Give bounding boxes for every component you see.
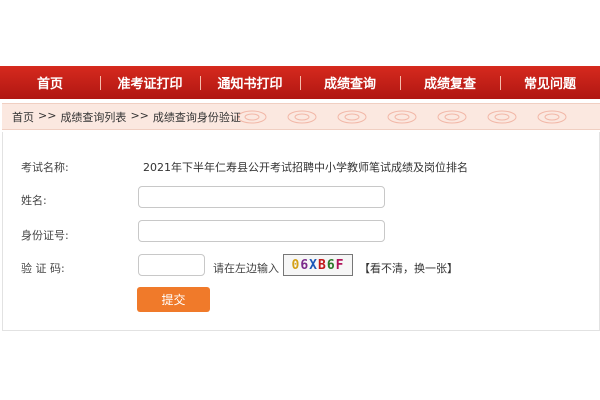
captcha-refresh-link[interactable]: 【看不清，换一张】 (359, 260, 458, 276)
breadcrumb-separator: >> (38, 108, 57, 122)
id-number-label: 身份证号: (21, 229, 69, 242)
nav-faq[interactable]: 常见问题 (500, 73, 600, 92)
name-input[interactable] (138, 186, 385, 208)
captcha-char: X (309, 257, 318, 273)
nav-notice-print[interactable]: 通知书打印 (200, 73, 300, 92)
breadcrumb-separator: >> (130, 108, 149, 122)
nav-score-query[interactable]: 成绩查询 (300, 73, 400, 92)
decorative-cloud-pattern (237, 110, 567, 124)
captcha-char: 6 (326, 257, 336, 273)
exam-name-label: 考试名称: (21, 161, 69, 174)
nav-admission-ticket[interactable]: 准考证打印 (100, 73, 200, 92)
nav-score-review[interactable]: 成绩复查 (400, 73, 500, 92)
captcha-char: 6 (300, 257, 310, 273)
breadcrumb-current: 成绩查询身份验证 (152, 110, 241, 124)
exam-name-value: 2021年下半年仁寿县公开考试招聘中小学教师笔试成绩及岗位排名 (143, 161, 468, 174)
breadcrumb: 首页 >> 成绩查询列表 >> 成绩查询身份验证 (12, 109, 241, 125)
submit-button[interactable]: 提交 (137, 287, 210, 312)
breadcrumb-score-list[interactable]: 成绩查询列表 (60, 109, 126, 125)
main-navbar: 首页 准考证打印 通知书打印 成绩查询 成绩复查 常见问题 (0, 66, 600, 99)
captcha-hint: 请在左边输入 (213, 262, 279, 275)
breadcrumb-bar: 首页 >> 成绩查询列表 >> 成绩查询身份验证 (2, 103, 600, 130)
id-number-input[interactable] (138, 220, 385, 242)
header-blank (0, 0, 600, 62)
name-label: 姓名: (21, 194, 47, 207)
captcha-input[interactable] (138, 254, 205, 276)
captcha-label: 验 证 码: (21, 262, 65, 275)
captcha-char: F (335, 257, 345, 273)
captcha-char: 0 (291, 257, 301, 273)
breadcrumb-home[interactable]: 首页 (12, 109, 34, 125)
captcha-char: B (318, 257, 327, 273)
captcha-image[interactable]: 0 6 X B 6 F (283, 254, 353, 276)
nav-home[interactable]: 首页 (0, 73, 100, 92)
